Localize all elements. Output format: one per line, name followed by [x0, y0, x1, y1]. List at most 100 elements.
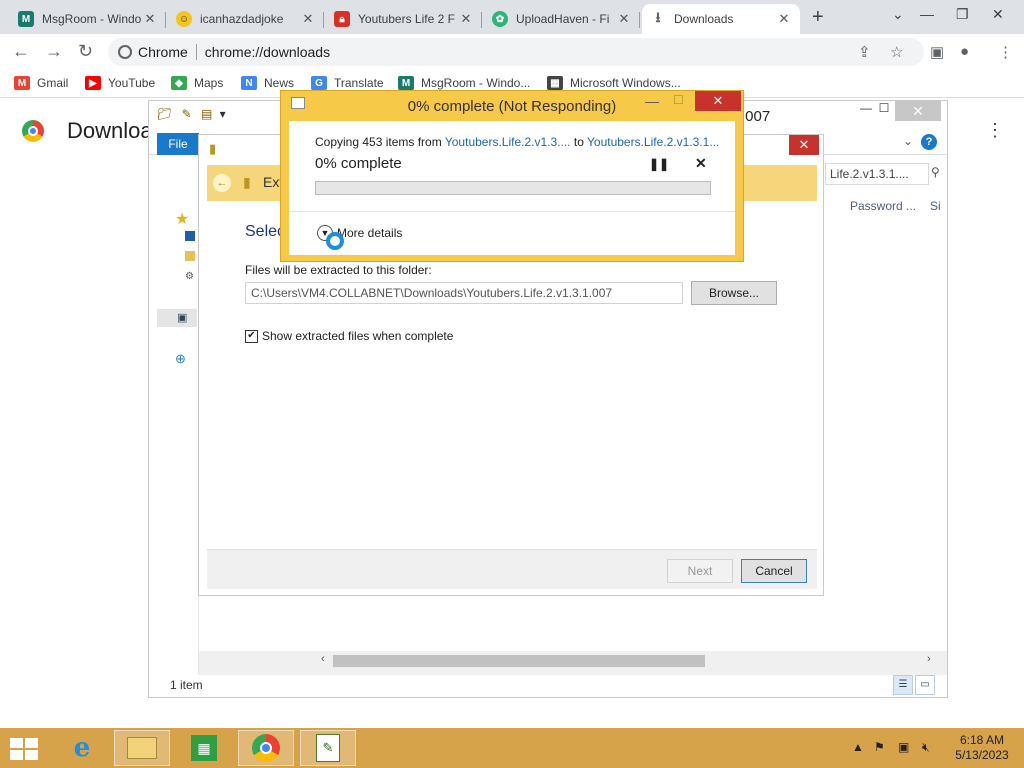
cancel-button[interactable]: Cancel	[741, 559, 807, 583]
column-size[interactable]: Si	[930, 199, 941, 213]
copy-description: Copying 453 items from Youtubers.Life.2.…	[315, 135, 719, 149]
scroll-left-icon[interactable]: ‹	[321, 653, 325, 665]
destination-link[interactable]: Youtubers.Life.2.v1.3.1...	[587, 135, 719, 149]
tab-icanhazdadjoke[interactable]: ☺ icanhazdadjoke ✕	[168, 4, 324, 34]
quick-access-toolbar[interactable]: 📁︎ ✎ ▤ ▾	[157, 107, 226, 121]
maximize-icon[interactable]: ☐	[673, 93, 684, 107]
pause-icon[interactable]: ❚❚	[649, 157, 669, 171]
bookmark-gmail[interactable]: M Gmail	[14, 76, 68, 90]
network-icon[interactable]: ⊕	[175, 351, 186, 367]
desktop-icon[interactable]	[185, 231, 195, 241]
file-explorer-taskbar-button[interactable]	[114, 730, 170, 766]
system-clock[interactable]: 6:18 AM 5/13/2023	[952, 733, 1012, 763]
recent-places-icon[interactable]: ⚙	[185, 271, 194, 282]
download-icon: ⭳	[655, 9, 661, 25]
progress-bar	[315, 181, 711, 195]
to-word: to	[573, 135, 584, 149]
close-icon[interactable]: ✕	[695, 91, 741, 111]
scrollbar-thumb[interactable]	[333, 655, 705, 667]
nav-selected-item[interactable]: ▣	[157, 309, 197, 327]
tab-uploadhaven[interactable]: ✿ UploadHaven - Fi ✕	[484, 4, 640, 34]
qat-dropdown-icon[interactable]: ▾	[220, 107, 226, 121]
close-icon[interactable]: ✕	[789, 135, 819, 155]
libraries-icon[interactable]	[185, 251, 195, 261]
close-icon[interactable]: ✕	[616, 11, 632, 27]
minimize-icon[interactable]: —	[920, 6, 934, 22]
start-button[interactable]	[10, 738, 38, 760]
close-icon[interactable]: ✕	[776, 11, 792, 27]
percent-complete: 0% complete	[315, 155, 402, 172]
store-button[interactable]: ▦	[176, 730, 232, 766]
destination-path-input[interactable]: C:\Users\VM4.COLLABNET\Downloads\Youtube…	[245, 282, 683, 304]
scroll-right-icon[interactable]: ›	[927, 653, 931, 665]
next-button[interactable]: Next	[667, 559, 733, 583]
internet-explorer-button[interactable]: e	[54, 730, 110, 766]
help-icon[interactable]: ?	[921, 134, 937, 150]
close-icon[interactable]: ✕	[142, 11, 158, 27]
reload-icon[interactable]: ↻	[78, 41, 93, 62]
browse-button[interactable]: Browse...	[691, 281, 777, 305]
properties-icon[interactable]: ✎	[182, 107, 192, 121]
search-icon[interactable]: ⚲	[931, 165, 940, 179]
cancel-copy-icon[interactable]: ✕	[695, 155, 707, 172]
bookmark-translate[interactable]: G Translate	[311, 76, 384, 90]
close-icon[interactable]: ✕	[895, 101, 941, 121]
minimize-icon[interactable]: —	[645, 93, 659, 109]
bookmark-msgroom[interactable]: M MsgRoom - Windo...	[398, 76, 530, 90]
new-folder-icon[interactable]: ▤	[201, 107, 212, 121]
url-text: chrome://downloads	[204, 44, 331, 60]
bookmark-star-icon[interactable]: ☆	[890, 43, 903, 61]
details-view-icon[interactable]: ☰	[893, 675, 913, 695]
bookmark-youtube[interactable]: ▶ YouTube	[85, 76, 155, 90]
forward-icon[interactable]: →	[45, 41, 63, 62]
restore-icon[interactable]: ❐	[956, 6, 969, 23]
file-tab[interactable]: File	[157, 133, 199, 155]
action-center-flag-icon[interactable]: ⚑	[874, 740, 885, 754]
youtube-icon: ▶	[85, 76, 101, 90]
tab-msgroom[interactable]: M MsgRoom - Windo ✕	[10, 4, 166, 34]
bookmark-label: Maps	[194, 76, 224, 90]
close-icon[interactable]: ✕	[458, 11, 474, 27]
chrome-taskbar-button[interactable]	[238, 730, 294, 766]
back-icon[interactable]: ←	[12, 41, 30, 62]
profile-avatar-icon[interactable]: ●	[960, 43, 969, 60]
show-extracted-files-checkbox[interactable]: ✔	[245, 329, 258, 343]
large-icons-view-icon[interactable]: ▭	[915, 675, 935, 695]
back-arrow-icon[interactable]: ←	[213, 174, 231, 192]
search-input[interactable]: Life.2.v1.3.1....	[825, 163, 929, 185]
chrome-menu-icon[interactable]: ⋮	[998, 43, 1013, 61]
favorites-star-icon[interactable]: ★	[175, 209, 189, 229]
window-close-icon[interactable]: ✕	[992, 6, 1004, 23]
expand-ribbon-icon[interactable]: ⌄	[903, 134, 913, 148]
navigation-pane: ★ ⚙ ▣ ⊕	[149, 195, 199, 675]
bookmark-news[interactable]: N News	[241, 76, 294, 90]
progress-titlebar: 0% complete (Not Responding) — ☐ ✕	[281, 91, 743, 119]
progress-body: Copying 453 items from Youtubers.Life.2.…	[289, 121, 735, 255]
more-actions-icon[interactable]: ⋮	[986, 120, 1004, 141]
network-tray-icon[interactable]: ▣	[898, 740, 909, 754]
tab-search-chevron-icon[interactable]: ⌄	[892, 6, 904, 23]
column-password[interactable]: Password ...	[850, 199, 916, 213]
zip-folder-icon: ▮	[209, 141, 217, 156]
close-icon[interactable]: ✕	[300, 11, 316, 27]
side-panel-icon[interactable]: ▣	[930, 43, 944, 61]
maps-icon: ◆	[171, 76, 187, 90]
tab-title: Youtubers Life 2 F	[358, 12, 455, 26]
show-extracted-files-option[interactable]: ✔ Show extracted files when complete	[245, 329, 453, 343]
bookmark-label: Translate	[334, 76, 384, 90]
tab-title: icanhazdadjoke	[200, 12, 284, 26]
folder-icon: 📁︎	[157, 107, 173, 121]
show-hidden-icons-icon[interactable]: ▲	[852, 740, 864, 754]
share-icon[interactable]: ⇪	[858, 43, 871, 61]
bookmark-microsoft-windows[interactable]: ▦ Microsoft Windows...	[547, 76, 681, 90]
tab-youtubers-life[interactable]: 🔒︎ Youtubers Life 2 F ✕	[326, 4, 482, 34]
volume-muted-icon[interactable]: 🔇︎	[922, 740, 930, 755]
zip-folder-icon: ▮	[243, 174, 251, 190]
tab-downloads[interactable]: ⭳ Downloads ✕	[642, 4, 800, 34]
source-link[interactable]: Youtubers.Life.2.v1.3....	[445, 135, 571, 149]
horizontal-scrollbar[interactable]: ‹ ›	[319, 653, 939, 669]
notepad-taskbar-button[interactable]: ✎	[300, 730, 356, 766]
bookmark-maps[interactable]: ◆ Maps	[171, 76, 223, 90]
new-tab-button[interactable]: +	[812, 6, 824, 29]
address-bar[interactable]: Chrome chrome://downloads	[108, 38, 924, 66]
